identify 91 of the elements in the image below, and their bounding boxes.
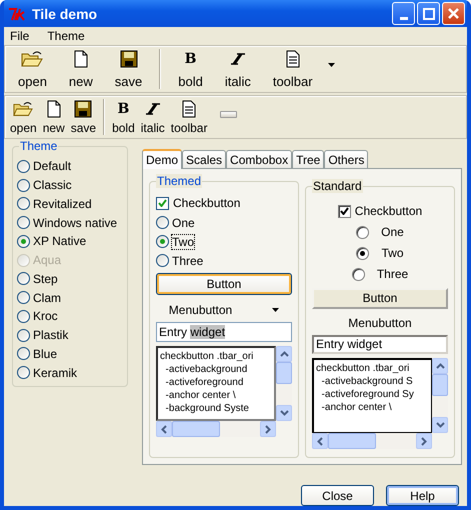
maximize-icon	[422, 8, 434, 20]
chevron-left-icon	[161, 424, 167, 434]
checkbox[interactable]	[156, 196, 169, 210]
radio-option[interactable]: Three	[156, 251, 292, 270]
text-line: -anchor center \	[320, 401, 393, 414]
chevron-left-icon	[317, 436, 323, 446]
radio-option[interactable]: Plastik	[17, 326, 123, 344]
folder-icon	[13, 100, 34, 118]
group-title: Theme	[19, 139, 58, 153]
toolbar-button[interactable]: toolbar	[264, 50, 322, 88]
toolbar-button[interactable]: new	[60, 50, 102, 88]
tab[interactable]: Tree	[292, 150, 324, 168]
toolbar-button[interactable]: toolbar	[168, 100, 210, 134]
toolbar-button[interactable]: save	[106, 50, 152, 88]
folder-icon	[21, 50, 44, 68]
minimize-button[interactable]	[392, 2, 415, 25]
toolbar-button[interactable]: italic	[138, 100, 168, 134]
close-button[interactable]	[442, 2, 465, 25]
menu-item[interactable]: File	[10, 28, 30, 42]
toolbar-button[interactable]: italic	[216, 50, 260, 88]
text-line: -activebackground	[164, 363, 248, 376]
menu-button[interactable]: Menubutton	[156, 298, 292, 322]
entry-field[interactable]: Entry widget	[312, 334, 448, 354]
chevron-down-icon	[280, 410, 288, 416]
page-icon	[46, 100, 61, 118]
document-icon	[286, 50, 300, 68]
page-icon	[74, 50, 88, 68]
chevron-down-icon	[436, 422, 444, 428]
toolbar-button[interactable]: B bold	[169, 50, 212, 88]
chevron-right-icon	[265, 424, 271, 434]
tab[interactable]: Combobox	[226, 150, 292, 168]
minimize-icon	[400, 16, 408, 20]
app-logo-icon	[8, 6, 26, 20]
maximize-button[interactable]	[417, 2, 440, 25]
radio-option[interactable]: Keramik	[17, 363, 123, 382]
tab[interactable]: Others	[324, 150, 368, 168]
chevron-up-icon	[280, 351, 288, 357]
text-line: -activeforeground	[164, 376, 244, 389]
radio-option[interactable]: One	[312, 222, 448, 243]
menu-item[interactable]: Theme	[47, 28, 85, 42]
checkbox[interactable]	[338, 204, 351, 218]
radio-option[interactable]: Three	[312, 264, 448, 285]
toolbar-button[interactable]: open	[7, 100, 40, 134]
tab[interactable]: Scales	[182, 150, 226, 168]
push-button[interactable]: Button	[156, 273, 292, 295]
window-title: Tile demo	[32, 6, 98, 22]
chevron-right-icon	[421, 436, 427, 446]
text-line: checkbutton .tbar_ori	[160, 350, 254, 363]
document-icon	[182, 100, 196, 118]
text-line: -activeforeground Sy	[320, 388, 415, 402]
radio-option[interactable]: Two	[156, 232, 292, 251]
horizontal-scrollbar[interactable]	[156, 421, 276, 437]
toolbar-button[interactable]: new	[40, 100, 68, 134]
radio-option[interactable]: Clam	[17, 288, 123, 307]
chevron-up-icon	[436, 363, 444, 370]
tab[interactable]: Demo	[142, 149, 182, 169]
menu-button[interactable]: Menubutton	[312, 312, 448, 335]
radio-option[interactable]: Default	[17, 157, 123, 176]
checkbutton[interactable]: Checkbutton	[156, 193, 292, 213]
dropdown-arrow-icon[interactable]	[328, 63, 335, 67]
caret-icon	[272, 308, 280, 312]
group-title: Standard	[312, 179, 363, 193]
close-icon	[448, 8, 459, 19]
vertical-scrollbar[interactable]	[432, 358, 448, 434]
radio-option[interactable]: Two	[312, 242, 448, 264]
radio-option[interactable]: Step	[17, 270, 123, 288]
toolbar-button[interactable]: save	[68, 100, 100, 134]
toolbar-handle[interactable]	[220, 110, 238, 118]
text-line: -background Syste	[164, 402, 250, 415]
radio-option[interactable]: One	[156, 213, 292, 232]
entry-field[interactable]: Entry widget	[156, 322, 292, 342]
radio-option[interactable]: XP Native	[17, 232, 123, 251]
radio-option[interactable]: Classic	[17, 176, 123, 194]
text-line: -anchor center \	[164, 389, 237, 402]
radio-option[interactable]: Kroc	[17, 307, 123, 326]
bold-icon: B	[184, 50, 196, 68]
radio-option[interactable]: Blue	[17, 344, 123, 364]
radio-option[interactable]: Windows native	[17, 213, 123, 232]
push-button[interactable]: Button	[312, 288, 448, 309]
group-title: Themed	[156, 174, 202, 188]
text-line: -activebackground S	[320, 375, 414, 388]
horizontal-scrollbar[interactable]	[312, 433, 432, 450]
text-line: checkbutton .tbar_ori	[316, 362, 410, 376]
toolbar-button[interactable]: B bold	[109, 100, 138, 134]
checkbutton[interactable]: Checkbutton	[312, 201, 448, 222]
dialog-button[interactable]: Help	[386, 485, 459, 506]
radio-option[interactable]: Revitalized	[17, 194, 123, 214]
dialog-button[interactable]: Close	[301, 485, 374, 506]
bold-icon: B	[118, 100, 130, 118]
toolbar-button[interactable]: open	[9, 50, 56, 88]
vertical-scrollbar[interactable]	[276, 346, 292, 421]
